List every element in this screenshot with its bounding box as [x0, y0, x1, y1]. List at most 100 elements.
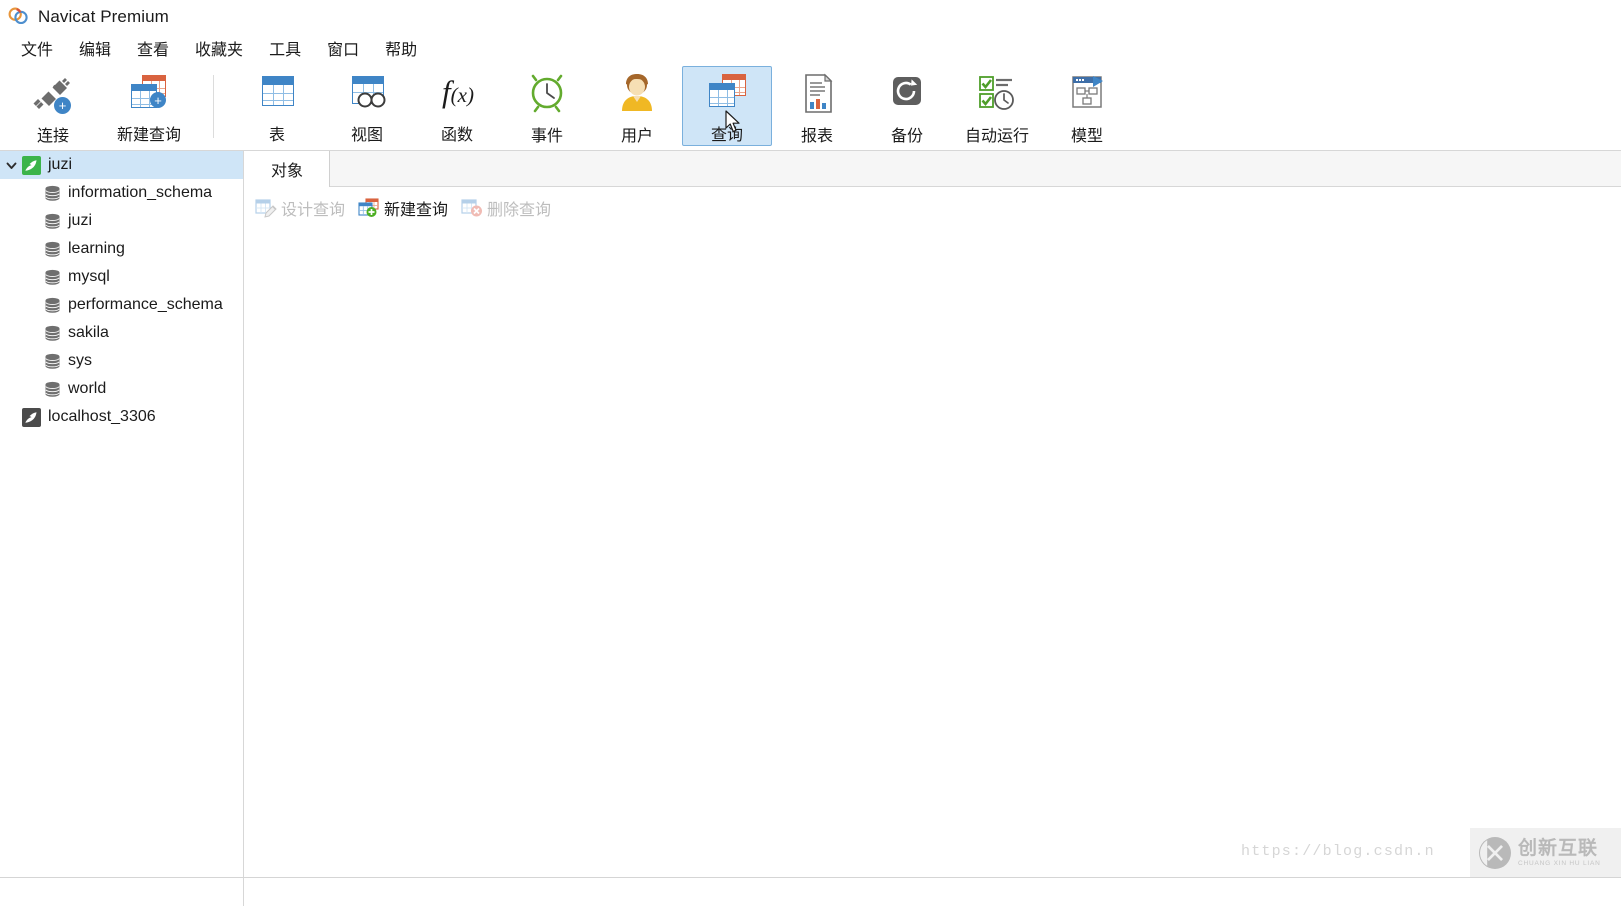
model-icon [1063, 72, 1111, 119]
action-label: 删除查询 [487, 202, 552, 219]
tree-item-database-performance-schema[interactable]: performance_schema [0, 291, 243, 319]
tree-label: information_schema [68, 184, 213, 201]
cx-circle-logo-icon [1479, 837, 1511, 869]
database-icon [44, 380, 61, 399]
table-icon [253, 72, 301, 118]
tree-item-database-mysql[interactable]: mysql [0, 263, 243, 291]
tab-strip: 对象 [245, 151, 1621, 187]
tree-item-database-sys[interactable]: sys [0, 347, 243, 375]
main-toolbar: + 连接 ▾ [0, 63, 1621, 176]
database-icon [44, 240, 61, 259]
tree-label: localhost_3306 [48, 408, 156, 425]
window-bottom-border [0, 877, 1621, 878]
toolbar-button-function[interactable]: f(x) 函数 [412, 66, 502, 146]
delete-query-icon [461, 198, 483, 218]
menu-edit[interactable]: 编辑 [66, 34, 124, 63]
toolbar-separator [213, 75, 214, 138]
tree-label: world [68, 380, 107, 397]
tree-item-database-sakila[interactable]: sakila [0, 319, 243, 347]
title-bar: Navicat Premium [0, 0, 1621, 33]
toolbar-label-table: 表 [268, 127, 285, 144]
menu-tools[interactable]: 工具 [256, 34, 314, 63]
tree-label: performance_schema [68, 296, 223, 313]
tree-label: learning [68, 240, 125, 257]
toolbar-label-automation: 自动运行 [964, 128, 1029, 145]
tree-item-database-learning[interactable]: learning [0, 235, 243, 263]
menu-view[interactable]: 查看 [124, 34, 182, 63]
menu-favorites[interactable]: 收藏夹 [182, 34, 256, 63]
menu-help[interactable]: 帮助 [372, 34, 430, 63]
view-icon [343, 72, 391, 118]
new-query-plus-icon [358, 198, 380, 218]
chevron-down-icon[interactable] [0, 151, 22, 179]
toolbar-label-report: 报表 [800, 128, 833, 145]
event-clock-icon [523, 72, 571, 119]
database-icon [44, 184, 61, 203]
plus-badge-icon: + [150, 92, 166, 108]
navicat-logo-icon [8, 6, 29, 27]
tree-item-database-juzi[interactable]: juzi [0, 207, 243, 235]
new-query-icon: + [125, 72, 173, 118]
toolbar-label-function: 函数 [440, 127, 473, 144]
database-icon [44, 296, 61, 315]
action-label: 设计查询 [281, 202, 346, 219]
tree-item-connection-localhost-3306[interactable]: localhost_3306 [0, 403, 243, 431]
menu-bar: 文件 编辑 查看 收藏夹 工具 窗口 帮助 [0, 33, 1621, 63]
toolbar-button-event[interactable]: 事件 [502, 66, 592, 146]
watermark-brand-badge: 创新互联 CHUANG XIN HU LIAN [1470, 828, 1621, 878]
plus-badge-icon: + [54, 97, 71, 114]
toolbar-label-view: 视图 [350, 127, 383, 144]
toolbar-label-new-query: 新建查询 [116, 127, 181, 144]
watermark-url: https://blog.csdn.n [1241, 843, 1435, 860]
toolbar-button-view[interactable]: 视图 [322, 66, 412, 146]
menu-file[interactable]: 文件 [8, 34, 66, 63]
window-title: Navicat Premium [38, 6, 169, 26]
database-icon [44, 268, 61, 287]
action-delete-query[interactable]: 删除查询 [461, 196, 551, 220]
toolbar-button-table[interactable]: 表 [232, 66, 322, 146]
user-icon [613, 72, 661, 119]
design-query-icon [255, 198, 277, 218]
main-pane: 对象 设计查询 新建查询 删除查询 [245, 151, 1621, 906]
navicat-premium-window: Navicat Premium 文件 编辑 查看 收藏夹 工具 窗口 帮助 + … [0, 0, 1621, 906]
automation-icon [973, 72, 1021, 119]
tree-label: juzi [48, 156, 73, 173]
toolbar-button-model[interactable]: 模型 [1042, 66, 1132, 146]
toolbar-button-query[interactable]: 查询 [682, 66, 772, 146]
mysql-connected-icon [22, 155, 41, 175]
connection-tree-sidebar[interactable]: juzi information_schema juzi learning my… [0, 151, 244, 906]
toolbar-button-new-query[interactable]: + 新建查询 [104, 66, 194, 146]
tab-objects[interactable]: 对象 [245, 151, 331, 187]
action-new-query[interactable]: 新建查询 [358, 196, 448, 220]
object-action-bar: 设计查询 新建查询 删除查询 [245, 187, 1621, 229]
toolbar-button-report[interactable]: 报表 [772, 66, 862, 146]
toolbar-label-model: 模型 [1070, 128, 1103, 145]
watermark-brand-subtitle: CHUANG XIN HU LIAN [1518, 859, 1601, 867]
tree-item-database-world[interactable]: world [0, 375, 243, 403]
query-icon [703, 72, 751, 118]
toolbar-button-automation[interactable]: 自动运行 [952, 66, 1042, 146]
toolbar-label-query: 查询 [710, 127, 743, 144]
toolbar-label-backup: 备份 [890, 128, 923, 145]
function-fx-icon: f(x) [442, 74, 474, 109]
database-icon [44, 352, 61, 371]
tab-label: 对象 [271, 163, 304, 180]
toolbar-button-connection[interactable]: + 连接 [8, 66, 98, 146]
menu-window[interactable]: 窗口 [314, 34, 372, 63]
mysql-disconnected-icon [22, 407, 41, 427]
toolbar-label-connection: 连接 [36, 128, 69, 145]
tree-label: mysql [68, 268, 110, 285]
tree-item-database-information-schema[interactable]: information_schema [0, 179, 243, 207]
action-label: 新建查询 [384, 202, 449, 219]
action-design-query[interactable]: 设计查询 [255, 196, 345, 220]
tree-label: juzi [68, 212, 93, 229]
backup-icon [883, 72, 931, 119]
database-icon [44, 212, 61, 231]
toolbar-button-user[interactable]: 用户 [592, 66, 682, 146]
report-icon [793, 72, 841, 119]
database-icon [44, 324, 61, 343]
toolbar-button-backup[interactable]: 备份 [862, 66, 952, 146]
tree-label: sakila [68, 324, 109, 341]
object-list-area[interactable] [245, 229, 1621, 906]
tree-item-connection-juzi[interactable]: juzi [0, 151, 243, 179]
